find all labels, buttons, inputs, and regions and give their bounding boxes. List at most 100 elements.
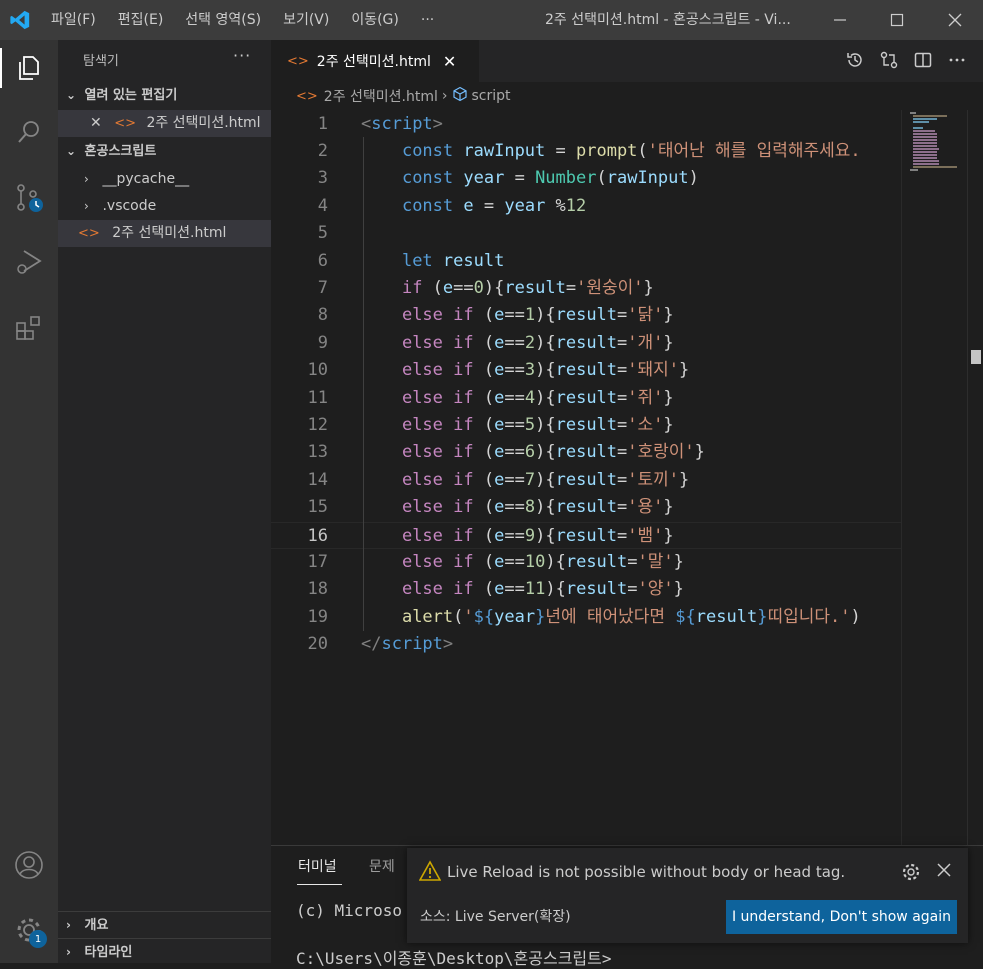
menu-go[interactable]: 이동(G) <box>340 0 410 40</box>
html-file-icon: <> <box>114 116 136 131</box>
code-line[interactable]: 6 let result <box>271 248 901 275</box>
code-line[interactable]: 16 else if (e==9){result='뱀'} <box>271 521 901 549</box>
split-editor-icon[interactable] <box>911 48 935 72</box>
code-line[interactable]: 11 else if (e==4){result='쥐'} <box>271 385 901 412</box>
chevron-right-icon: › <box>66 918 71 932</box>
code-line[interactable]: 18 else if (e==11){result='양'} <box>271 576 901 603</box>
window-title: 2주 선택미션.html - 혼공스크립트 - Vi... <box>545 12 791 28</box>
line-text: const e = year %12 <box>401 195 587 216</box>
notification-source: 소스: Live Server(확장) <box>420 909 571 925</box>
notification-toast: Live Reload is not possible without body… <box>407 848 968 943</box>
notification-message: Live Reload is not possible without body… <box>447 863 846 881</box>
line-number: 14 <box>307 469 328 490</box>
warning-icon <box>418 860 442 886</box>
line-text: </script> <box>361 634 454 655</box>
code-line[interactable]: 2 const rawInput = prompt('태어난 해를 입력해주세요… <box>271 138 901 165</box>
code-line[interactable]: 13 else if (e==6){result='호랑이'} <box>271 439 901 466</box>
line-number: 10 <box>307 360 328 381</box>
menu-more[interactable]: ··· <box>410 0 445 40</box>
code-line[interactable]: 8 else if (e==1){result='닭'} <box>271 302 901 329</box>
explorer-icon[interactable] <box>9 48 49 88</box>
timeline-history-icon[interactable] <box>843 48 867 72</box>
menu-edit[interactable]: 편집(E) <box>107 0 175 40</box>
tree-item-label: 2주 선택미션.html <box>112 225 227 241</box>
terminal-prompt[interactable]: C:\Users\이종훈\Desktop\혼공스크립트> <box>296 945 612 969</box>
active-tab-underline <box>297 884 342 885</box>
tree-item-html-file[interactable]: <> 2주 선택미션.html <box>58 220 271 247</box>
line-text: else if (e==5){result='소'} <box>401 414 674 435</box>
accounts-icon[interactable] <box>9 845 49 885</box>
code-line[interactable]: 10 else if (e==3){result='돼지'} <box>271 357 901 384</box>
run-debug-icon[interactable] <box>9 242 49 282</box>
code-line[interactable]: 12 else if (e==5){result='소'} <box>271 412 901 439</box>
maximize-icon <box>890 13 904 27</box>
symbol-field-icon <box>452 86 468 106</box>
code-line[interactable]: 17 else if (e==10){result='말'} <box>271 549 901 576</box>
code-line[interactable]: 19 alert('${year}년에 태어났다면 ${result}띠입니다.… <box>271 604 901 631</box>
search-icon[interactable] <box>9 112 49 152</box>
code-line[interactable]: 7 if (e==0){result='원숭이'} <box>271 275 901 302</box>
code-line[interactable]: 5 <box>271 220 901 247</box>
line-number: 13 <box>307 442 328 463</box>
line-number: 11 <box>307 387 328 408</box>
line-text: else if (e==1){result='닭'} <box>401 305 674 326</box>
editor-tab-bar: <> 2주 선택미션.html ✕ <box>271 40 983 82</box>
line-text: if (e==0){result='원숭이'} <box>401 277 654 298</box>
notification-close-icon[interactable] <box>935 861 953 883</box>
code-line[interactable]: 1 <script> <box>271 111 901 138</box>
line-number: 8 <box>317 305 328 326</box>
breadcrumb-file[interactable]: 2주 선택미션.html <box>324 86 438 106</box>
close-tab-icon[interactable]: ✕ <box>443 52 456 71</box>
open-editor-filename: 2주 선택미션.html <box>146 115 261 131</box>
menu-view[interactable]: 보기(V) <box>272 0 340 40</box>
maximize-button[interactable] <box>872 0 922 40</box>
minimap[interactable] <box>901 110 967 845</box>
tree-item-pycache[interactable]: › __pycache__ <box>58 166 271 193</box>
menu-selection[interactable]: 선택 영역(S) <box>174 0 272 40</box>
code-line[interactable]: 4 const e = year %12 <box>271 193 901 220</box>
tab-terminal[interactable]: 터미널 <box>298 856 337 876</box>
editor-tab[interactable]: <> 2주 선택미션.html ✕ <box>271 40 479 82</box>
html-file-icon: <> <box>78 226 100 241</box>
line-text: else if (e==2){result='개'} <box>401 332 674 353</box>
minimize-button[interactable] <box>815 0 865 40</box>
extensions-icon[interactable] <box>9 308 49 348</box>
code-line[interactable]: 14 else if (e==7){result='토끼'} <box>271 467 901 494</box>
line-number: 7 <box>317 277 328 298</box>
source-control-icon[interactable] <box>9 178 49 218</box>
chevron-right-icon: › <box>84 172 89 186</box>
chevron-down-icon: ⌄ <box>66 88 77 102</box>
code-line[interactable]: 20 </script> <box>271 631 901 658</box>
line-text: <script> <box>361 113 443 134</box>
dont-show-again-button[interactable]: I understand, Don't show again <box>726 900 957 934</box>
close-icon <box>948 13 962 27</box>
code-line[interactable]: 15 else if (e==8){result='용'} <box>271 494 901 521</box>
sidebar-more-button[interactable]: ··· <box>233 46 251 65</box>
compare-changes-icon[interactable] <box>877 48 901 72</box>
vertical-scrollbar[interactable] <box>967 110 983 845</box>
timeline-section[interactable]: › 타임라인 <box>58 938 271 965</box>
editor-actions <box>843 48 969 72</box>
code-editor[interactable]: 1 <script> 2 const rawInput = prompt('태어난 … <box>271 110 901 845</box>
menu-file[interactable]: 파일(F) <box>40 0 107 40</box>
outline-section[interactable]: › 개요 <box>58 911 271 938</box>
open-editor-item[interactable]: ✕ <> 2주 선택미션.html <box>58 110 271 137</box>
tree-item-vscode[interactable]: › .vscode <box>58 193 271 220</box>
folder-section[interactable]: ⌄ 혼공스크립트 <box>58 138 271 165</box>
explorer-sidebar: 탐색기 ··· ⌄ 열려 있는 편집기 ✕ <> 2주 선택미션.html ⌄ … <box>58 40 271 963</box>
close-editor-icon[interactable]: ✕ <box>90 115 102 131</box>
tab-problems[interactable]: 문제 <box>369 856 395 876</box>
code-line[interactable]: 9 else if (e==2){result='개'} <box>271 330 901 357</box>
more-actions-icon[interactable] <box>945 48 969 72</box>
breadcrumb: <> 2주 선택미션.html › script <box>271 82 983 110</box>
line-text: else if (e==9){result='뱀'} <box>401 525 674 546</box>
open-editors-section[interactable]: ⌄ 열려 있는 편집기 <box>58 82 271 109</box>
close-window-button[interactable] <box>930 0 980 40</box>
html-file-icon: <> <box>296 88 318 104</box>
chevron-right-icon: › <box>84 199 89 213</box>
line-text: else if (e==7){result='토끼'} <box>401 469 690 490</box>
notification-settings-gear-icon[interactable] <box>901 862 921 886</box>
breadcrumb-symbol[interactable]: script <box>472 88 511 104</box>
tab-label: 2주 선택미션.html <box>316 54 431 70</box>
code-line[interactable]: 3 const year = Number(rawInput) <box>271 165 901 192</box>
